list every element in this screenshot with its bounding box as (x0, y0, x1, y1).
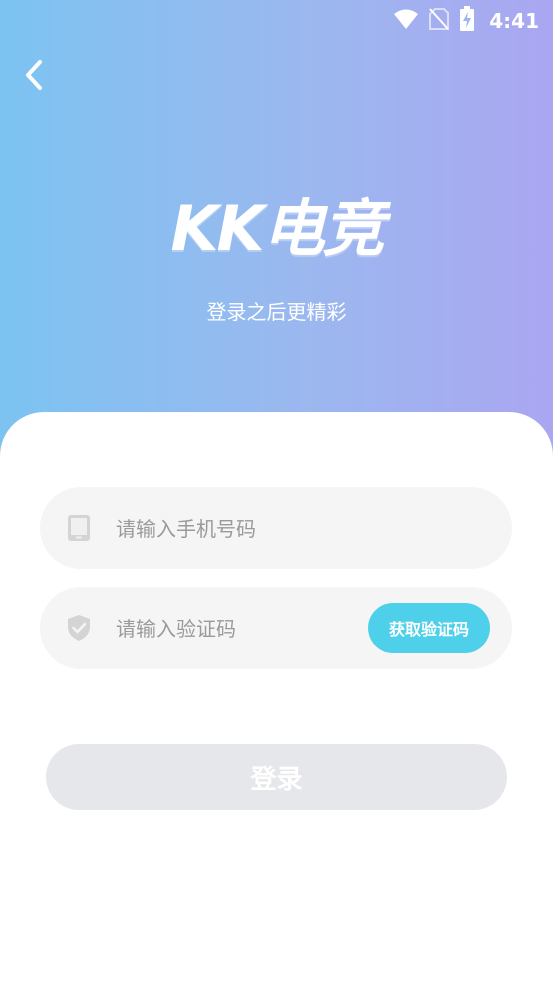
login-subtitle: 登录之后更精彩 (206, 300, 347, 324)
phone-icon (64, 513, 94, 543)
app-logo: KK电竞 (170, 192, 384, 265)
back-button[interactable] (16, 56, 56, 96)
get-code-button[interactable]: 获取验证码 (368, 603, 490, 653)
status-time: 4:41 (489, 9, 539, 33)
code-input[interactable] (114, 609, 358, 649)
header-background: 4:41 KK电竞 登录之后更精彩 (0, 0, 553, 470)
status-bar: 4:41 (0, 0, 553, 38)
login-button[interactable]: 登录 (46, 744, 507, 810)
no-sim-icon (429, 7, 450, 35)
phone-input[interactable] (114, 509, 358, 549)
wifi-icon (393, 8, 419, 34)
phone-field (40, 487, 512, 569)
battery-charging-icon (459, 6, 475, 36)
chevron-left-icon (26, 60, 42, 90)
shield-check-icon (64, 613, 94, 643)
code-field: 获取验证码 (40, 587, 512, 669)
